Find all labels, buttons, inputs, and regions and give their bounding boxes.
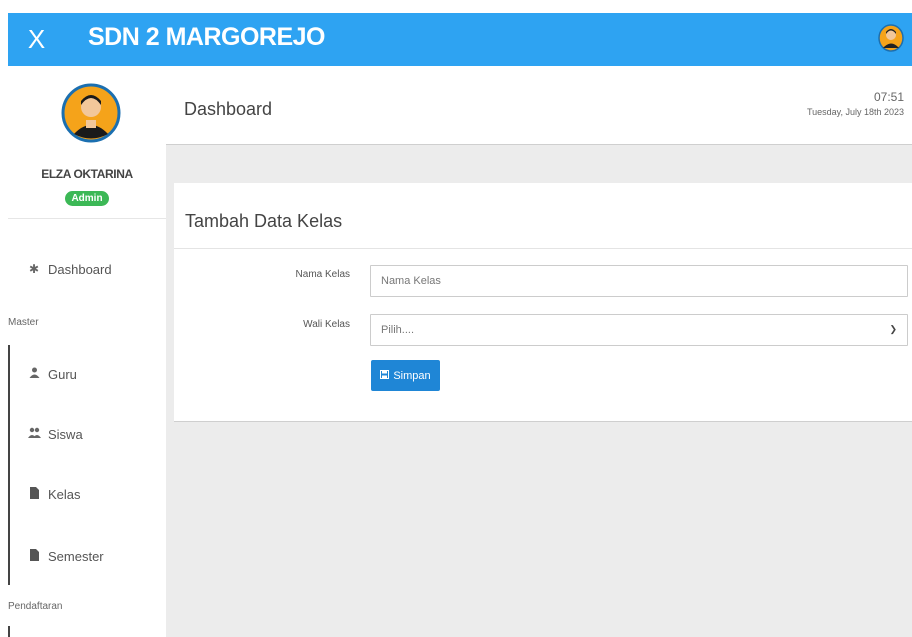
- input-placeholder: Nama Kelas: [381, 275, 441, 287]
- panel-title: Tambah Data Kelas: [185, 211, 343, 231]
- sidebar: ELZA OKTARINA Admin ✱ Dashboard Master G…: [8, 66, 166, 637]
- chevron-down-icon: ❯: [889, 324, 897, 334]
- sidebar-item-label: Dashboard: [48, 261, 112, 277]
- user-avatar-icon[interactable]: [878, 24, 904, 52]
- nav-divider: [8, 626, 10, 637]
- sidebar-item-kelas[interactable]: Kelas: [8, 479, 166, 509]
- save-button-label: Simpan: [393, 369, 431, 382]
- wali-kelas-select[interactable]: Pilih.... ❯: [370, 314, 908, 346]
- role-badge: Admin: [65, 191, 109, 206]
- app-title: SDN 2 MARGOREJO: [88, 23, 325, 51]
- clock-date: Tuesday, July 18th 2023: [806, 107, 904, 117]
- close-icon: X: [27, 24, 46, 54]
- sidebar-item-semester[interactable]: Semester: [8, 541, 166, 571]
- profile-name: ELZA OKTARINA: [41, 167, 133, 181]
- user-profile: ELZA OKTARINA Admin: [8, 66, 166, 219]
- sidebar-item-guru[interactable]: Guru: [8, 359, 166, 389]
- close-sidebar-button[interactable]: X: [8, 13, 65, 66]
- sidebar-item-siswa[interactable]: Siswa: [8, 419, 166, 449]
- sidebar-item-dashboard[interactable]: ✱ Dashboard: [8, 254, 166, 284]
- clock-time: 07:51: [873, 90, 904, 104]
- sidebar-item-label: Semester: [48, 548, 104, 564]
- panel-header: Tambah Data Kelas: [174, 183, 912, 249]
- user-icon: [26, 367, 42, 381]
- form-panel: Tambah Data Kelas Nama Kelas Nama Kelas …: [174, 183, 912, 422]
- nama-kelas-label: Nama Kelas: [295, 269, 350, 280]
- section-label-pendaftaran: Pendaftaran: [8, 601, 63, 612]
- home-icon: ✱: [28, 262, 40, 276]
- sidebar-item-label: Kelas: [48, 486, 81, 502]
- sidebar-item-label: Guru: [48, 366, 77, 382]
- floppy-disk-icon: [380, 369, 390, 382]
- top-navbar: X SDN 2 MARGOREJO: [8, 13, 912, 66]
- section-label-master: Master: [8, 317, 39, 328]
- main-content: Dashboard 07:51 Tuesday, July 18th 2023 …: [166, 66, 912, 637]
- page-title: Dashboard: [184, 99, 273, 119]
- page-header: Dashboard 07:51 Tuesday, July 18th 2023: [166, 66, 912, 145]
- file-icon: [26, 486, 42, 502]
- sidebar-item-label: Siswa: [48, 426, 83, 442]
- nama-kelas-input[interactable]: Nama Kelas: [370, 265, 908, 297]
- file-icon: [26, 548, 42, 564]
- avatar: [61, 83, 121, 143]
- select-value: Pilih....: [381, 324, 415, 336]
- users-icon: [26, 427, 42, 441]
- save-button[interactable]: Simpan: [371, 360, 440, 391]
- wali-kelas-label: Wali Kelas: [303, 319, 350, 330]
